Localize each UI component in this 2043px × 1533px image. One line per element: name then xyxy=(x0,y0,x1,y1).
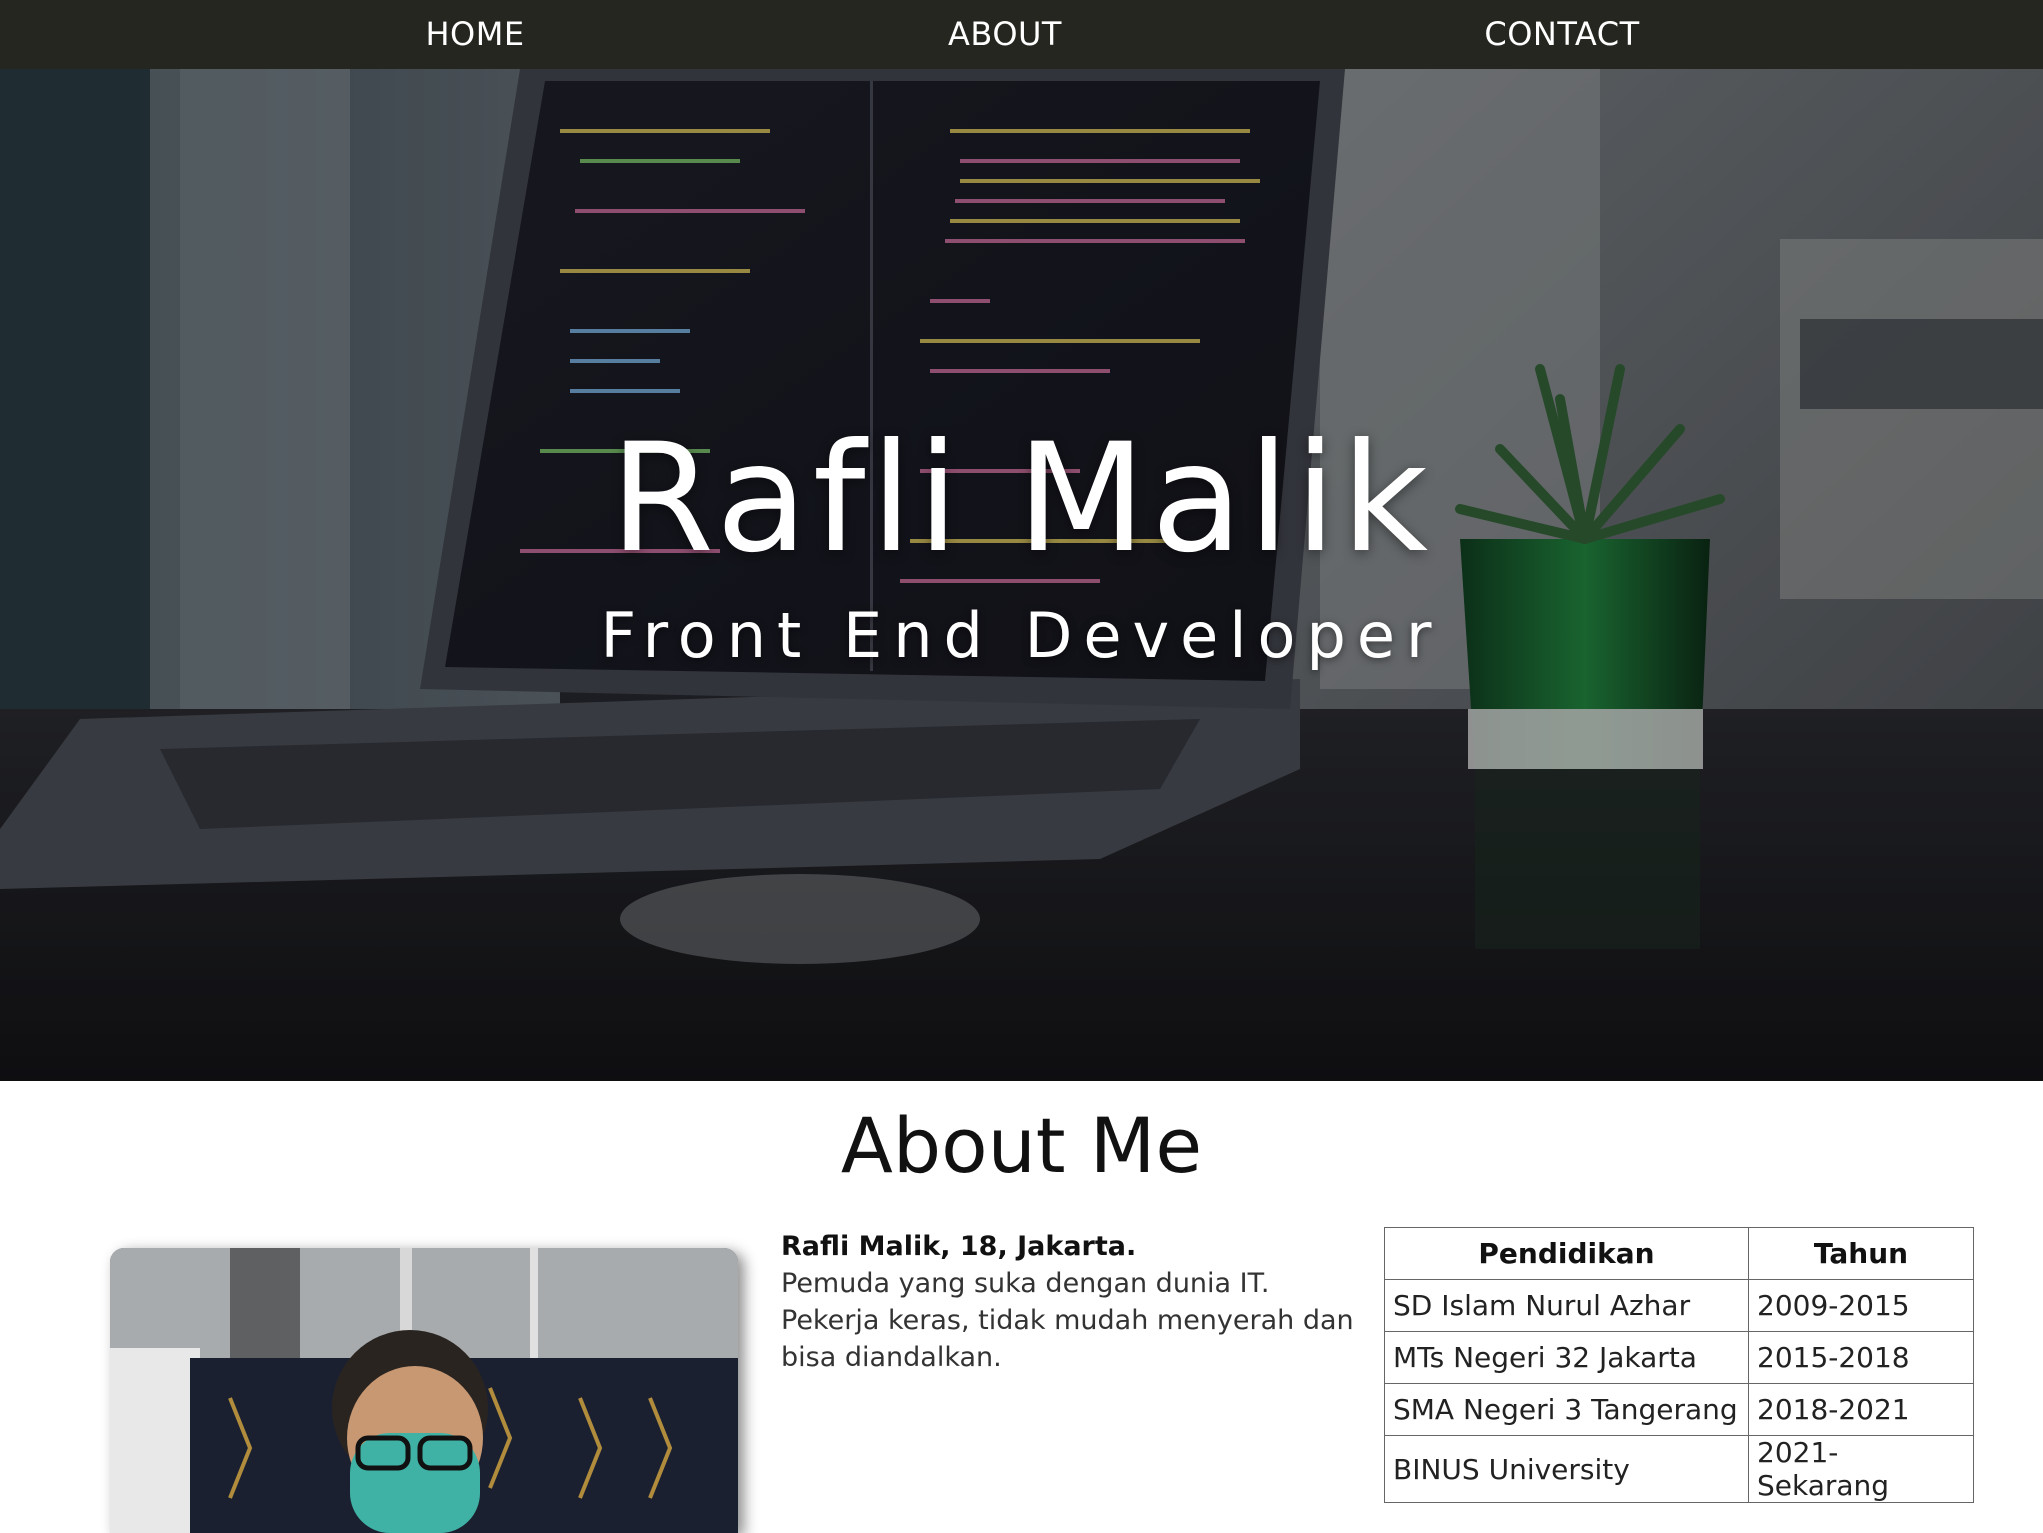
education-table: Pendidikan Tahun SD Islam Nurul Azhar 20… xyxy=(1384,1227,1974,1503)
about-heading: About Me xyxy=(840,1101,1203,1190)
table-cell-year: 2021-Sekarang xyxy=(1748,1435,1974,1503)
table-cell-year: 2009-2015 xyxy=(1748,1279,1974,1332)
table-cell-school: BINUS University xyxy=(1384,1435,1749,1503)
table-cell-school: SMA Negeri 3 Tangerang xyxy=(1384,1383,1749,1436)
table-cell-year: 2015-2018 xyxy=(1748,1331,1974,1384)
table-cell-year: 2018-2021 xyxy=(1748,1383,1974,1436)
table-row: BINUS University 2021-Sekarang xyxy=(1384,1435,1974,1503)
table-row: MTs Negeri 32 Jakarta 2015-2018 xyxy=(1384,1331,1974,1384)
table-header-pendidikan: Pendidikan xyxy=(1384,1227,1749,1280)
bio-heading: Rafli Malik, 18, Jakarta. xyxy=(781,1231,1137,1262)
table-header-row: Pendidikan Tahun xyxy=(1384,1227,1974,1280)
nav-about-link[interactable]: ABOUT xyxy=(855,0,1155,69)
table-row: SD Islam Nurul Azhar 2009-2015 xyxy=(1384,1279,1974,1332)
hero-banner: Rafli Malik Front End Developer xyxy=(0,69,2043,1081)
table-cell-school: SD Islam Nurul Azhar xyxy=(1384,1279,1749,1332)
table-cell-school: MTs Negeri 32 Jakarta xyxy=(1384,1331,1749,1384)
profile-photo xyxy=(110,1248,738,1533)
top-navbar: HOME ABOUT CONTACT xyxy=(0,0,2043,69)
bio-block: Rafli Malik, 18, Jakarta. Pemuda yang su… xyxy=(781,1228,1361,1376)
profile-photo-image xyxy=(110,1248,738,1533)
hero-name: Rafli Malik xyxy=(609,412,1434,586)
nav-home-link[interactable]: HOME xyxy=(325,0,625,69)
table-row: SMA Negeri 3 Tangerang 2018-2021 xyxy=(1384,1383,1974,1436)
hero-role: Front End Developer xyxy=(600,599,1443,672)
nav-contact-link[interactable]: CONTACT xyxy=(1412,0,1712,69)
table-header-tahun: Tahun xyxy=(1748,1227,1974,1280)
bio-text: Pemuda yang suka dengan dunia IT. Pekerj… xyxy=(781,1268,1354,1373)
